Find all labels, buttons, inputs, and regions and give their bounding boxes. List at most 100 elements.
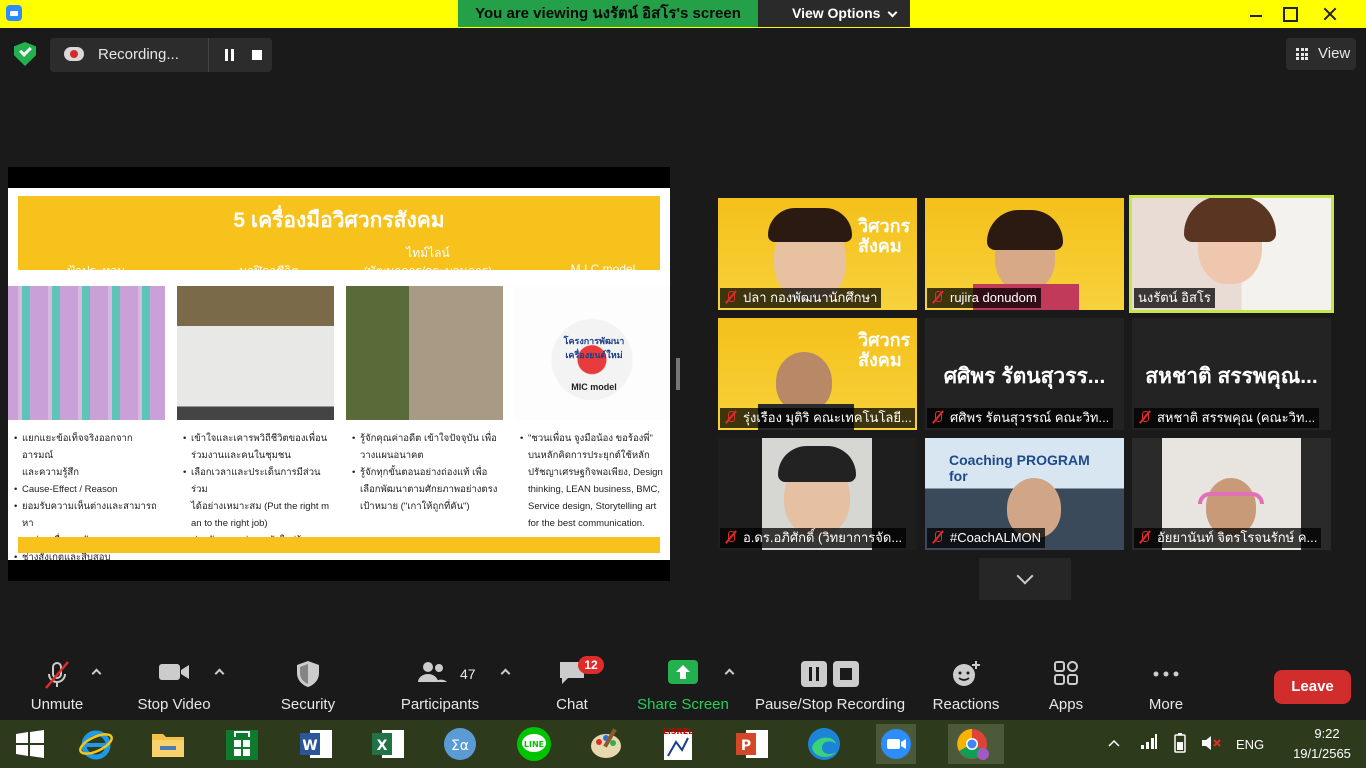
- slide-footer: [18, 537, 660, 553]
- line-app-icon[interactable]: LINE: [514, 724, 554, 764]
- participant-name: rujira donudom: [950, 290, 1037, 305]
- slide-header: 5 เครื่องมือวิศวกรสังคม ฟ้าประทาน นาฬิกา…: [18, 196, 660, 278]
- unmute-button[interactable]: Unmute: [22, 650, 92, 720]
- recording-label: Recording...: [98, 46, 179, 63]
- close-button[interactable]: [1310, 0, 1350, 28]
- video-tile-active-speaker[interactable]: นงรัตน์ อิสโร: [1129, 195, 1334, 313]
- video-tile[interactable]: วิศวกร สังคม ปลา กองพัฒนานักศึกษา: [718, 198, 917, 310]
- paint-icon[interactable]: [586, 724, 626, 764]
- reactions-smiley-icon: [953, 661, 980, 686]
- video-tile[interactable]: Coaching PROGRAM for #CoachALMON: [925, 438, 1124, 550]
- headphones-icon: [1198, 492, 1264, 504]
- bullet-item: รู้จักทุกขั้นตอนอย่างถ่องแท้ เพื่อ: [352, 464, 499, 481]
- participant-big-name: ศศิพร รัตนสุวรร...: [943, 365, 1106, 388]
- share-screen-label: Share Screen: [637, 696, 729, 713]
- bullet-item: "ชวนเพื่อน จูงมือน้อง ขอร้องพี่": [520, 430, 666, 447]
- video-tile[interactable]: อ.ดร.อภิศักดิ์ (วิทยาการจัด...: [718, 438, 917, 550]
- bullet-item: เป้าหมาย ("เกาให้ถูกที่คัน"): [360, 501, 470, 512]
- view-options-button[interactable]: View Options: [758, 0, 910, 27]
- participant-name: #CoachALMON: [950, 530, 1042, 545]
- lisrel-icon[interactable]: LISREL: [658, 724, 698, 764]
- participants-icon: [417, 662, 447, 682]
- bullet-list: เข้าใจและเคารพวิถีชีวิตของเพื่อน ร่วมงาน…: [183, 430, 330, 549]
- video-tile[interactable]: rujira donudom: [925, 198, 1124, 310]
- participants-options-caret[interactable]: [500, 668, 511, 679]
- slide-title: 5 เครื่องมือวิศวกรสังคม: [233, 209, 445, 232]
- windows-start-icon[interactable]: [10, 724, 50, 764]
- microsoft-word-icon[interactable]: W: [296, 724, 336, 764]
- mic-model-diagram: โครงการพัฒนา เครื่องยนต์ใหม่ MIC model: [514, 286, 670, 420]
- pause-stop-icon: [801, 661, 859, 687]
- clock-date[interactable]: 19/1/2565: [1284, 746, 1360, 761]
- chat-label: Chat: [556, 696, 588, 713]
- slide-panel: โครงการพัฒนา เครื่องยนต์ใหม่ MIC model "…: [514, 286, 670, 536]
- group-photo: [177, 286, 334, 420]
- microsoft-excel-icon[interactable]: X: [368, 724, 408, 764]
- video-camera-icon: [159, 664, 189, 680]
- participants-count: 47: [460, 666, 476, 682]
- video-tile-no-video[interactable]: ศศิพร รัตนสุวรร... ศศิพร รัตนสุวรรณ์ คณะ…: [925, 318, 1124, 430]
- pause-stop-recording-button[interactable]: Pause/Stop Recording: [754, 650, 906, 720]
- bullet-item: Service design, Storytelling art: [528, 501, 657, 512]
- maximize-button[interactable]: [1270, 0, 1310, 28]
- lisrel-label: LISREL: [663, 727, 694, 736]
- volume-muted-icon[interactable]: [1200, 734, 1222, 755]
- participant-big-name: สหชาติ สรรพคุณ...: [1145, 365, 1318, 388]
- mic-muted-icon: [724, 530, 738, 544]
- powerpoint-icon[interactable]: P: [732, 724, 772, 764]
- svg-text:P: P: [741, 738, 751, 754]
- participant-nameplate: รุ่งเรือง มุติริ คณะเทคโนโลยี...: [720, 408, 915, 428]
- share-screen-icon: [668, 660, 698, 684]
- participant-hair: [768, 208, 852, 242]
- apps-icon: [1054, 661, 1078, 685]
- outdoor-photo: [346, 286, 503, 420]
- microsoft-store-icon[interactable]: [222, 724, 262, 764]
- internet-explorer-icon[interactable]: [76, 724, 116, 764]
- share-screen-button[interactable]: Share Screen: [636, 650, 730, 720]
- sticky-notes-photo: [8, 286, 165, 420]
- file-explorer-icon[interactable]: [148, 724, 188, 764]
- project-label: โครงการพัฒนา เครื่องยนต์ใหม่: [563, 336, 625, 360]
- participant-nameplate: ปลา กองพัฒนานักศึกษา: [720, 288, 882, 308]
- edge-browser-icon[interactable]: [804, 724, 844, 764]
- network-signal-icon[interactable]: [1140, 734, 1158, 753]
- chevron-down-icon: [887, 7, 898, 18]
- bullet-item: ร่วมงานและคนในชุมชน: [191, 450, 291, 461]
- math-solver-icon[interactable]: Σα: [440, 724, 480, 764]
- stop-recording-button[interactable]: [248, 38, 272, 72]
- clock-time[interactable]: 9:22: [1302, 726, 1352, 741]
- show-more-tiles-button[interactable]: [979, 558, 1071, 600]
- bullet-item: บนหลักคิดการประยุกต์ใช้หลัก: [528, 450, 650, 461]
- svg-text:W: W: [302, 738, 317, 754]
- reactions-button[interactable]: Reactions: [930, 650, 1002, 720]
- input-language[interactable]: ENG: [1236, 737, 1264, 752]
- chrome-browser-icon[interactable]: [948, 724, 1004, 764]
- security-button[interactable]: Security: [278, 650, 338, 720]
- cloud-recording-icon: [64, 47, 84, 61]
- bullet-item: วางแผนอนาคต: [360, 450, 424, 461]
- bullet-item: และความรู้สึก: [22, 467, 79, 478]
- mic-muted-icon: [1138, 410, 1152, 424]
- view-button[interactable]: View: [1286, 38, 1356, 70]
- video-tile[interactable]: วิศวกร สังคม รุ่งเรือง มุติริ คณะเทคโนโล…: [718, 318, 917, 430]
- pause-recording-button[interactable]: [208, 38, 248, 72]
- participants-button[interactable]: 47 Participants: [398, 650, 482, 720]
- zoom-taskbar-icon[interactable]: [876, 724, 916, 764]
- more-button[interactable]: More: [1136, 650, 1196, 720]
- stop-video-button[interactable]: Stop Video: [134, 650, 214, 720]
- show-hidden-icons-caret[interactable]: [1108, 736, 1120, 747]
- bullet-item: เลือกพัฒนาตามศักยภาพอย่างตรง: [360, 484, 498, 495]
- column-subheading: (พัฒนาการ/กระบวนการ): [363, 264, 493, 278]
- participant-name: อ.ดร.อภิศักดิ์ (วิทยาการจัด...: [743, 530, 903, 545]
- shared-screen[interactable]: 5 เครื่องมือวิศวกรสังคม ฟ้าประทาน นาฬิกา…: [8, 167, 670, 581]
- video-tile[interactable]: อัยยานันท์ จิตรโรจนรักษ์ ค...: [1132, 438, 1331, 550]
- resize-handle[interactable]: [676, 358, 680, 390]
- video-options-caret[interactable]: [214, 668, 225, 679]
- apps-button[interactable]: Apps: [1036, 650, 1096, 720]
- reactions-label: Reactions: [932, 696, 1000, 713]
- leave-button[interactable]: Leave: [1274, 670, 1351, 704]
- tile-brand: วิศวกร สังคม: [858, 216, 911, 256]
- battery-icon[interactable]: [1170, 732, 1190, 757]
- audio-options-caret[interactable]: [91, 668, 102, 679]
- video-tile-no-video[interactable]: สหชาติ สรรพคุณ... สหชาติ สรรพคุณ (คณะวิท…: [1132, 318, 1331, 430]
